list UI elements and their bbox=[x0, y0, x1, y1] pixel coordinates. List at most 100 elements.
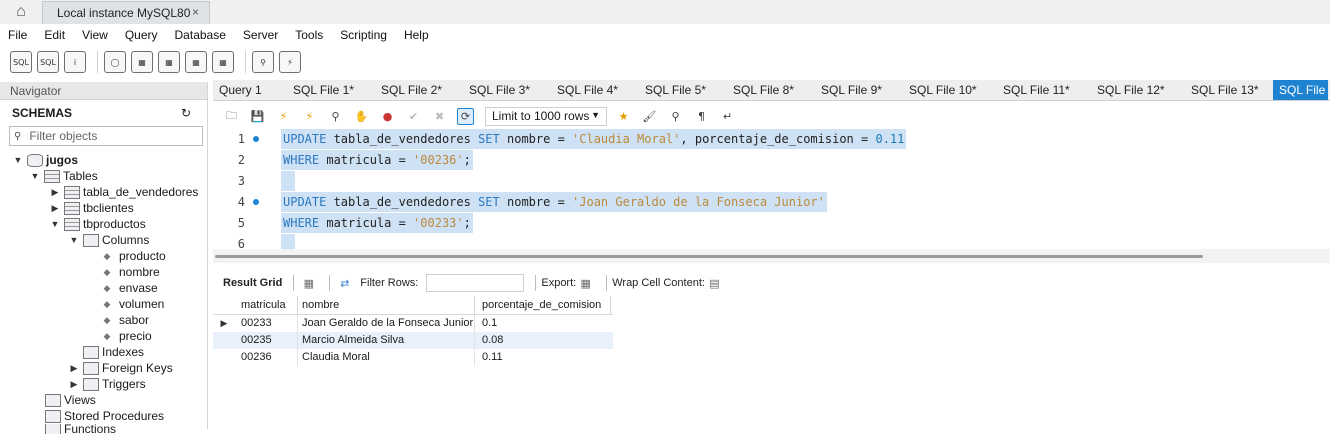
table-row[interactable]: ▶ 00233 Joan Geraldo de la Fonseca Junio… bbox=[213, 315, 613, 332]
create-view-icon[interactable]: ▦ bbox=[158, 51, 180, 73]
code-area[interactable]: UPDATE tabla_de_vendedores SET nombre = … bbox=[281, 129, 907, 249]
create-schema-icon[interactable]: ◯ bbox=[104, 51, 126, 73]
tab-sql-file-8[interactable]: SQL File 8* bbox=[727, 80, 815, 100]
tree-triggers[interactable]: ▶ Triggers bbox=[0, 376, 207, 392]
table-cell[interactable]: 0.11 bbox=[475, 349, 611, 366]
editor-horizontal-scrollbar[interactable] bbox=[213, 249, 1330, 263]
tab-sql-file-5[interactable]: SQL File 5* bbox=[639, 80, 727, 100]
bookmark-star-icon[interactable]: ★ bbox=[615, 108, 632, 125]
tree-functions[interactable]: Functions bbox=[0, 424, 207, 434]
menu-view[interactable]: View bbox=[82, 28, 108, 42]
tree-column-item[interactable]: ◆ nombre bbox=[0, 264, 207, 280]
result-grid-tab[interactable]: Result Grid bbox=[223, 277, 282, 289]
open-sql-script-icon[interactable]: SQL bbox=[37, 51, 59, 73]
save-icon[interactable]: 💾 bbox=[249, 108, 266, 125]
tab-sql-file-active[interactable]: SQL File bbox=[1273, 80, 1328, 100]
tree-column-item[interactable]: ◆ producto bbox=[0, 248, 207, 264]
table-row[interactable]: 00235 Marcio Almeida Silva 0.08 bbox=[213, 332, 613, 349]
open-file-icon[interactable]: 🗀 bbox=[223, 108, 240, 125]
menu-tools[interactable]: Tools bbox=[295, 28, 323, 42]
collapse-arrow-icon[interactable]: ▼ bbox=[29, 171, 41, 181]
create-table-icon[interactable]: ▦ bbox=[131, 51, 153, 73]
tab-sql-file-10[interactable]: SQL File 10* bbox=[903, 80, 997, 100]
explain-icon[interactable]: ⚲ bbox=[327, 108, 344, 125]
menu-help[interactable]: Help bbox=[404, 28, 429, 42]
stop-icon[interactable]: ✋ bbox=[353, 108, 370, 125]
tree-indexes[interactable]: Indexes bbox=[0, 344, 207, 360]
tab-sql-file-11[interactable]: SQL File 11* bbox=[997, 80, 1091, 100]
expand-arrow-icon[interactable]: ▶ bbox=[49, 187, 61, 198]
column-header[interactable]: matricula bbox=[235, 296, 298, 314]
menu-server[interactable]: Server bbox=[243, 28, 278, 42]
invisible-chars-icon[interactable]: ¶ bbox=[693, 108, 710, 125]
tree-foreign-keys[interactable]: ▶ Foreign Keys bbox=[0, 360, 207, 376]
toggle-error-icon[interactable]: ● bbox=[379, 108, 396, 125]
collapse-arrow-icon[interactable]: ▼ bbox=[12, 155, 24, 165]
refresh-icon[interactable]: ↻ bbox=[181, 106, 191, 120]
tree-column-item[interactable]: ◆ envase bbox=[0, 280, 207, 296]
expand-arrow-icon[interactable]: ▶ bbox=[49, 203, 61, 214]
tree-tables[interactable]: ▼ Tables bbox=[0, 168, 207, 184]
word-wrap-icon[interactable]: ↵ bbox=[719, 108, 736, 125]
new-sql-tab-icon[interactable]: SQL bbox=[10, 51, 32, 73]
tree-table-item[interactable]: ▶ tbclientes bbox=[0, 200, 207, 216]
execute-icon[interactable]: ⚡ bbox=[275, 108, 292, 125]
table-cell[interactable]: 00236 bbox=[235, 349, 298, 366]
create-function-icon[interactable]: ▦ bbox=[212, 51, 234, 73]
tree-column-item[interactable]: ◆ volumen bbox=[0, 296, 207, 312]
tab-sql-file-3[interactable]: SQL File 3* bbox=[463, 80, 551, 100]
collapse-arrow-icon[interactable]: ▼ bbox=[68, 235, 80, 245]
table-cell[interactable]: 00235 bbox=[235, 332, 298, 349]
tab-sql-file-2[interactable]: SQL File 2* bbox=[375, 80, 463, 100]
menu-scripting[interactable]: Scripting bbox=[340, 28, 387, 42]
connection-tab[interactable]: Local instance MySQL80 × bbox=[42, 1, 210, 24]
tab-query-1[interactable]: Query 1 bbox=[213, 80, 287, 100]
table-cell[interactable]: Marcio Almeida Silva bbox=[298, 332, 475, 349]
inspector-icon[interactable]: i bbox=[64, 51, 86, 73]
home-icon[interactable]: ⌂ bbox=[10, 2, 32, 22]
limit-rows-select[interactable]: Limit to 1000 rows ▼ bbox=[485, 106, 607, 126]
create-procedure-icon[interactable]: ▦ bbox=[185, 51, 207, 73]
table-row[interactable]: 00236 Claudia Moral 0.11 bbox=[213, 349, 613, 366]
filter-objects-input[interactable]: ⚲ Filter objects bbox=[9, 126, 203, 146]
tab-sql-file-12[interactable]: SQL File 12* bbox=[1091, 80, 1185, 100]
table-cell[interactable]: 0.1 bbox=[475, 315, 611, 332]
table-cell[interactable]: 00233 bbox=[235, 315, 298, 332]
commit-icon[interactable]: ✔ bbox=[405, 108, 422, 125]
sql-editor[interactable]: 1 2 3 4 5 6 UPDATE tabla_de_vendedores S… bbox=[213, 129, 1330, 249]
tree-stored-procedures[interactable]: Stored Procedures bbox=[0, 408, 207, 424]
tab-sql-file-4[interactable]: SQL File 4* bbox=[551, 80, 639, 100]
wrap-cell-icon[interactable]: ▤ bbox=[707, 276, 722, 291]
filter-rows-input[interactable] bbox=[426, 274, 525, 292]
tree-table-item[interactable]: ▶ tabla_de_vendedores bbox=[0, 184, 207, 200]
menu-edit[interactable]: Edit bbox=[44, 28, 65, 42]
execute-current-icon[interactable]: ⚡ bbox=[301, 108, 318, 125]
search-table-data-icon[interactable]: ⚲ bbox=[252, 51, 274, 73]
rollback-icon[interactable]: ✖ bbox=[431, 108, 448, 125]
tab-sql-file-9[interactable]: SQL File 9* bbox=[815, 80, 903, 100]
beautify-icon[interactable]: 🖌 bbox=[641, 108, 658, 125]
autocommit-icon[interactable]: ⟳ bbox=[457, 107, 474, 125]
expand-arrow-icon[interactable]: ▶ bbox=[68, 363, 80, 374]
tree-column-item[interactable]: ◆ sabor bbox=[0, 312, 207, 328]
table-cell[interactable]: Claudia Moral bbox=[298, 349, 475, 366]
scrollbar-thumb[interactable] bbox=[215, 255, 1203, 258]
reconnect-icon[interactable]: ⚡ bbox=[279, 51, 301, 73]
close-icon[interactable]: × bbox=[192, 5, 199, 19]
expand-arrow-icon[interactable]: ▶ bbox=[68, 379, 80, 390]
collapse-arrow-icon[interactable]: ▼ bbox=[49, 219, 61, 229]
menu-file[interactable]: File bbox=[8, 28, 27, 42]
tree-views[interactable]: Views bbox=[0, 392, 207, 408]
refresh-rows-icon[interactable]: ⇄ bbox=[337, 276, 352, 291]
grid-view-icon[interactable]: ▦ bbox=[301, 276, 316, 291]
table-cell[interactable]: 0.08 bbox=[475, 332, 611, 349]
tree-table-item[interactable]: ▼ tbproductos bbox=[0, 216, 207, 232]
column-header[interactable]: nombre bbox=[298, 296, 475, 314]
table-cell[interactable]: Joan Geraldo de la Fonseca Junior bbox=[298, 315, 475, 332]
find-icon[interactable]: ⚲ bbox=[667, 108, 684, 125]
tree-column-item[interactable]: ◆ precio bbox=[0, 328, 207, 344]
tree-schema-jugos[interactable]: ▼ jugos bbox=[0, 152, 207, 168]
menu-query[interactable]: Query bbox=[125, 28, 158, 42]
export-icon[interactable]: ▦ bbox=[578, 276, 593, 291]
menu-database[interactable]: Database bbox=[175, 28, 226, 42]
